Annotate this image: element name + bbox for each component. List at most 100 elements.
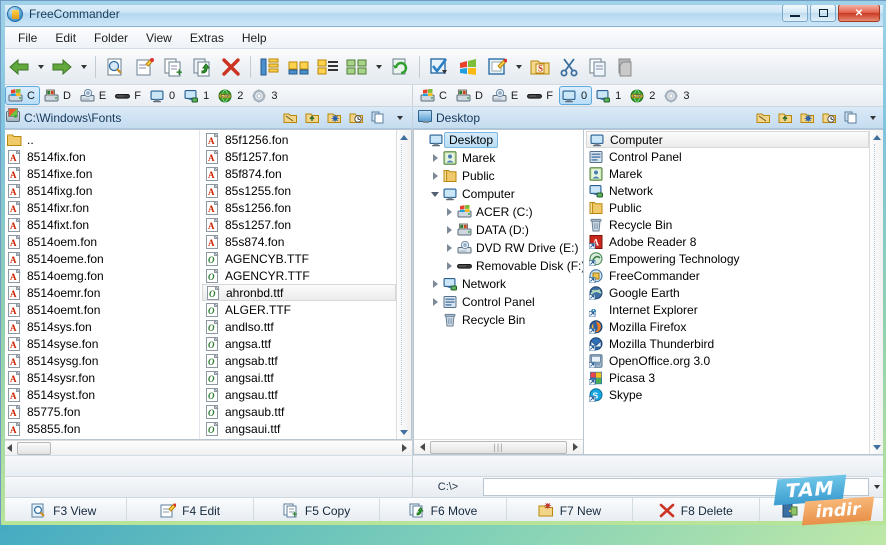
- chevron-right-icon[interactable]: [428, 280, 442, 288]
- minimize-button[interactable]: [782, 4, 808, 22]
- file-list-item[interactable]: S Skype: [586, 386, 869, 403]
- tree-node-public[interactable]: Public: [414, 167, 583, 185]
- menu-edit[interactable]: Edit: [46, 29, 85, 47]
- copy-path-icon[interactable]: [369, 109, 387, 127]
- paste-button[interactable]: [613, 53, 641, 81]
- back-dropdown[interactable]: [34, 53, 47, 81]
- file-list-item[interactable]: A 8514sysg.fon: [4, 352, 199, 369]
- file-list-item[interactable]: O AGENCYR.TTF: [202, 267, 396, 284]
- fkey-f7-new[interactable]: ✷ F7 New: [507, 498, 634, 523]
- fkey-altf4-exit[interactable]: Alt+F4 Exit: [760, 498, 885, 523]
- file-list-item[interactable]: O AGENCYB.TTF: [202, 250, 396, 267]
- scroll-down-icon[interactable]: [398, 425, 411, 439]
- thumbnails-dropdown[interactable]: [372, 53, 385, 81]
- file-list-item[interactable]: A 85s874.fon: [202, 233, 396, 250]
- drive-button-right-3[interactable]: 3: [661, 86, 694, 105]
- open-folder-icon[interactable]: [281, 109, 299, 127]
- command-dropdown-icon[interactable]: [869, 477, 885, 497]
- fkey-f8-delete[interactable]: F8 Delete: [633, 498, 760, 523]
- file-list-item[interactable]: Network: [586, 182, 869, 199]
- file-list-item[interactable]: A Adobe Reader 8: [586, 233, 869, 250]
- file-list-item[interactable]: A 85f1255.fon: [4, 437, 199, 439]
- tree-node-network[interactable]: Network: [414, 275, 583, 293]
- tree-node-removable-disk-f[interactable]: Removable Disk (F:): [414, 257, 583, 275]
- file-list-item[interactable]: A 8514fixt.fon: [4, 216, 199, 233]
- drive-button-left-1[interactable]: 1: [181, 86, 214, 105]
- copy-clipboard-button[interactable]: [584, 53, 612, 81]
- scroll-track-tree[interactable]: |||: [430, 440, 567, 454]
- editor-dropdown[interactable]: [512, 53, 525, 81]
- file-list-item[interactable]: Picasa 3: [586, 369, 869, 386]
- chevron-right-icon[interactable]: [428, 172, 442, 180]
- file-list-item[interactable]: A 8514oemr.fon: [4, 284, 199, 301]
- file-list-item[interactable]: Oangsauz.ttf: [202, 437, 396, 439]
- drive-button-left-c[interactable]: C: [5, 86, 40, 105]
- file-list-item[interactable]: A 8514fixe.fon: [4, 165, 199, 182]
- file-list-item[interactable]: e Internet Explorer: [586, 301, 869, 318]
- scroll-thumb-left[interactable]: [17, 441, 51, 455]
- file-list-item[interactable]: A 8514sysr.fon: [4, 369, 199, 386]
- tree-node-recycle-bin[interactable]: Recycle Bin: [414, 311, 583, 329]
- file-list-item[interactable]: Oandlso.ttf: [202, 318, 396, 335]
- drive-button-right-0[interactable]: 0: [558, 86, 593, 105]
- file-list-item[interactable]: A 85s1257.fon: [202, 216, 396, 233]
- file-list-item[interactable]: A 85s1256.fon: [202, 199, 396, 216]
- fkey-f3-view[interactable]: F3 View: [1, 498, 128, 523]
- menu-view[interactable]: View: [137, 29, 181, 47]
- open-folder-icon[interactable]: [754, 109, 772, 127]
- chevron-right-icon[interactable]: [442, 244, 456, 252]
- drive-button-right-c[interactable]: C: [417, 86, 452, 105]
- thumbnails-button[interactable]: [343, 53, 371, 81]
- scroll-left-icon[interactable]: [1, 442, 17, 455]
- file-list-item[interactable]: Oangsaub.ttf: [202, 403, 396, 420]
- forward-button[interactable]: [48, 53, 76, 81]
- left-file-list[interactable]: .. A 8514fix.fon A 8514fixe.fon A 8514fixg.fon…: [2, 130, 396, 439]
- chevron-right-icon[interactable]: [442, 208, 456, 216]
- drive-button-right-f[interactable]: F: [524, 86, 558, 105]
- drive-button-right-1[interactable]: 1: [593, 86, 626, 105]
- scroll-left-icon[interactable]: [414, 441, 430, 454]
- drive-button-left-0[interactable]: 0: [147, 86, 180, 105]
- menu-extras[interactable]: Extras: [181, 29, 233, 47]
- menu-file[interactable]: File: [9, 29, 46, 47]
- file-list-item[interactable]: Public: [586, 199, 869, 216]
- fkey-f4-edit[interactable]: F4 Edit: [127, 498, 254, 523]
- file-list-item[interactable]: O ALGER.TTF: [202, 301, 396, 318]
- tree-node-computer[interactable]: Computer: [414, 185, 583, 203]
- file-list-item[interactable]: A 85775.fon: [4, 403, 199, 420]
- tree-node-dvd-rw-drive-e[interactable]: DVD RW Drive (E:): [414, 239, 583, 257]
- copy-button[interactable]: +: [159, 53, 187, 81]
- right-address-bar[interactable]: Desktop ✷: [413, 107, 885, 129]
- tree-node-data-d[interactable]: DATA (D:): [414, 221, 583, 239]
- file-list-item[interactable]: Empowering Technology: [586, 250, 869, 267]
- scroll-right-icon[interactable]: [396, 442, 412, 455]
- menu-folder[interactable]: Folder: [85, 29, 137, 47]
- tree-node-acer-c[interactable]: ACER (C:): [414, 203, 583, 221]
- right-file-list[interactable]: Computer Control Panel Marek Network Public R…: [584, 130, 869, 454]
- history-folder-icon[interactable]: [347, 109, 365, 127]
- drive-button-left-d[interactable]: D: [41, 86, 76, 105]
- file-list-item[interactable]: Recycle Bin: [586, 216, 869, 233]
- chevron-right-icon[interactable]: [442, 262, 456, 270]
- fkey-f6-move[interactable]: F6 Move: [380, 498, 507, 523]
- chevron-down-icon[interactable]: [428, 191, 442, 197]
- windows-button[interactable]: [454, 53, 482, 81]
- new-folder-icon[interactable]: ✷: [798, 109, 816, 127]
- cut-button[interactable]: [555, 53, 583, 81]
- scroll-down-icon[interactable]: [871, 440, 884, 454]
- select-button[interactable]: [425, 53, 453, 81]
- file-list-item[interactable]: Oahronbd.ttf: [202, 284, 396, 301]
- back-button[interactable]: [5, 53, 33, 81]
- tree-node-marek[interactable]: Marek: [414, 149, 583, 167]
- scroll-up-icon[interactable]: [398, 130, 411, 144]
- tree-node-control-panel[interactable]: Control Panel: [414, 293, 583, 311]
- scroll-track-left[interactable]: [17, 441, 396, 455]
- file-list-item[interactable]: A 8514oemg.fon: [4, 267, 199, 284]
- scroll-track[interactable]: [401, 144, 407, 425]
- maximize-button[interactable]: [810, 4, 836, 22]
- right-vertical-scrollbar[interactable]: [869, 130, 884, 454]
- file-list-item[interactable]: Oangsa.ttf: [202, 335, 396, 352]
- menu-help[interactable]: Help: [233, 29, 276, 47]
- file-list-item[interactable]: A 8514fix.fon: [4, 148, 199, 165]
- file-list-item[interactable]: A 8514fixg.fon: [4, 182, 199, 199]
